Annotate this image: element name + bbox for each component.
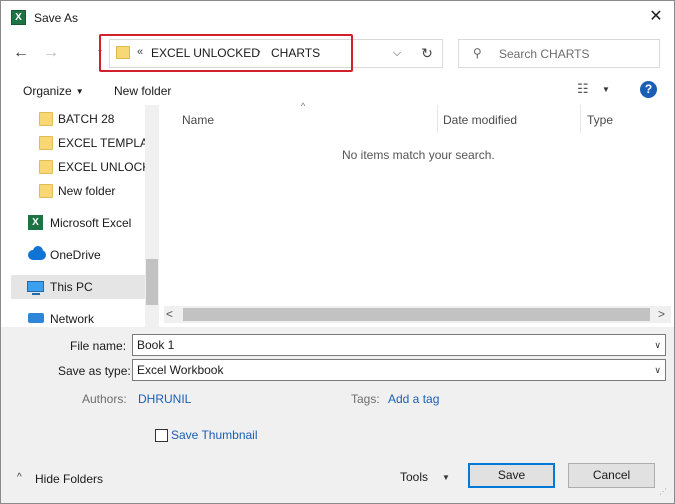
arrow-left-icon: ←: [13, 44, 29, 61]
new-folder-button[interactable]: New folder: [114, 84, 171, 98]
empty-list-message: No items match your search.: [342, 148, 495, 162]
savetype-label: Save as type:: [58, 364, 131, 378]
sidebar-item-onedrive[interactable]: OneDrive: [11, 243, 145, 267]
save-thumbnail-checkbox[interactable]: [155, 429, 168, 442]
address-dropdown-button[interactable]: ⌵: [389, 44, 405, 62]
search-box[interactable]: ⚲ Search CHARTS: [458, 39, 660, 68]
scroll-left-icon[interactable]: <: [166, 307, 173, 321]
chevron-down-icon: ⌵: [392, 47, 402, 59]
sidebar-item-excel-unlocked[interactable]: EXCEL UNLOCKE: [11, 155, 145, 179]
navigation-pane: BATCH 28 EXCEL TEMPLAT EXCEL UNLOCKE New…: [11, 105, 145, 327]
save-thumbnail-label[interactable]: Save Thumbnail: [171, 428, 258, 442]
chevron-down-icon[interactable]: ∨: [654, 340, 661, 351]
scrollbar-thumb[interactable]: [183, 308, 650, 321]
horizontal-scrollbar[interactable]: < >: [164, 306, 671, 323]
sidebar-item-excel-templates[interactable]: EXCEL TEMPLAT: [11, 131, 145, 155]
filename-input[interactable]: Book 1 ∨: [132, 334, 666, 356]
filename-value: Book 1: [137, 338, 175, 352]
save-button[interactable]: Save: [468, 463, 555, 488]
refresh-icon: ↻: [421, 45, 433, 61]
sidebar-item-batch-28[interactable]: BATCH 28: [11, 107, 145, 131]
folder-icon: [39, 112, 53, 126]
column-header-name[interactable]: Name: [182, 113, 214, 127]
folder-icon: [39, 184, 53, 198]
sort-ascending-icon: ^: [301, 101, 306, 111]
back-button[interactable]: ←: [11, 41, 31, 65]
address-highlight-annotation: [99, 34, 353, 72]
close-button[interactable]: ✕: [645, 7, 667, 27]
organize-label: Organize: [23, 84, 72, 98]
computer-icon: [27, 281, 44, 295]
tags-label: Tags:: [351, 392, 380, 406]
close-icon: ✕: [649, 8, 663, 25]
forward-button[interactable]: →: [41, 41, 61, 65]
hide-folders-button[interactable]: Hide Folders: [35, 472, 103, 486]
help-icon[interactable]: ?: [640, 81, 657, 98]
sidebar-item-label: Microsoft Excel: [50, 216, 132, 230]
excel-icon: X: [28, 215, 43, 230]
resize-grip-icon[interactable]: ⋰: [659, 487, 667, 496]
search-input[interactable]: Search CHARTS: [499, 47, 589, 61]
save-as-dialog: X Save As ✕ ← → ↑ « EXCEL UNLOCKED › CHA…: [0, 0, 675, 504]
cloud-icon: [28, 246, 46, 260]
scroll-right-icon[interactable]: >: [658, 307, 665, 321]
window-title: Save As: [34, 11, 79, 25]
caret-down-icon: ▼: [75, 87, 84, 96]
folder-icon: [39, 160, 53, 174]
view-options-icon[interactable]: ☷: [577, 81, 589, 97]
tools-menu[interactable]: Tools: [400, 470, 428, 484]
view-caret-icon[interactable]: ▼: [602, 85, 610, 94]
scrollbar-thumb[interactable]: [146, 259, 158, 305]
sidebar-item-label: New folder: [58, 184, 116, 198]
sidebar-item-this-pc[interactable]: This PC: [11, 275, 145, 299]
sidebar-item-label: OneDrive: [50, 248, 101, 262]
sidebar-item-label: BATCH 28: [58, 112, 115, 126]
column-divider[interactable]: [437, 105, 438, 133]
column-header-type[interactable]: Type: [587, 113, 613, 127]
sidebar-item-label: This PC: [50, 280, 93, 294]
network-icon: [28, 313, 44, 323]
authors-field[interactable]: DHRUNIL: [138, 392, 191, 406]
chevron-down-icon[interactable]: ∨: [654, 365, 661, 376]
folder-icon: [39, 136, 53, 150]
navigation-scrollbar[interactable]: [145, 105, 159, 327]
filename-label: File name:: [70, 339, 127, 353]
savetype-value: Excel Workbook: [137, 363, 224, 377]
column-header-date-modified[interactable]: Date modified: [443, 113, 517, 127]
search-icon: ⚲: [473, 46, 482, 60]
cancel-button[interactable]: Cancel: [568, 463, 655, 488]
sidebar-item-label: EXCEL UNLOCKE: [58, 160, 145, 174]
save-options-panel: File name: Book 1 ∨ Save as type: Excel …: [1, 327, 674, 503]
chevron-up-icon[interactable]: ^: [17, 472, 22, 483]
sidebar-item-microsoft-excel[interactable]: X Microsoft Excel: [11, 211, 145, 235]
sidebar-item-label: EXCEL TEMPLAT: [58, 136, 145, 150]
arrow-right-icon: →: [43, 44, 59, 61]
excel-app-icon: X: [11, 10, 26, 25]
caret-down-icon[interactable]: ▼: [442, 473, 450, 482]
sidebar-item-new-folder[interactable]: New folder: [11, 179, 145, 203]
savetype-select[interactable]: Excel Workbook ∨: [132, 359, 666, 381]
tags-field[interactable]: Add a tag: [388, 392, 439, 406]
sidebar-item-network[interactable]: Network: [11, 307, 145, 327]
authors-label: Authors:: [82, 392, 127, 406]
organize-menu[interactable]: Organize ▼: [23, 84, 84, 98]
sidebar-item-label: Network: [50, 312, 95, 326]
refresh-button[interactable]: ↻: [418, 43, 436, 63]
title-bar: X Save As ✕: [1, 1, 674, 33]
column-divider[interactable]: [580, 105, 581, 133]
